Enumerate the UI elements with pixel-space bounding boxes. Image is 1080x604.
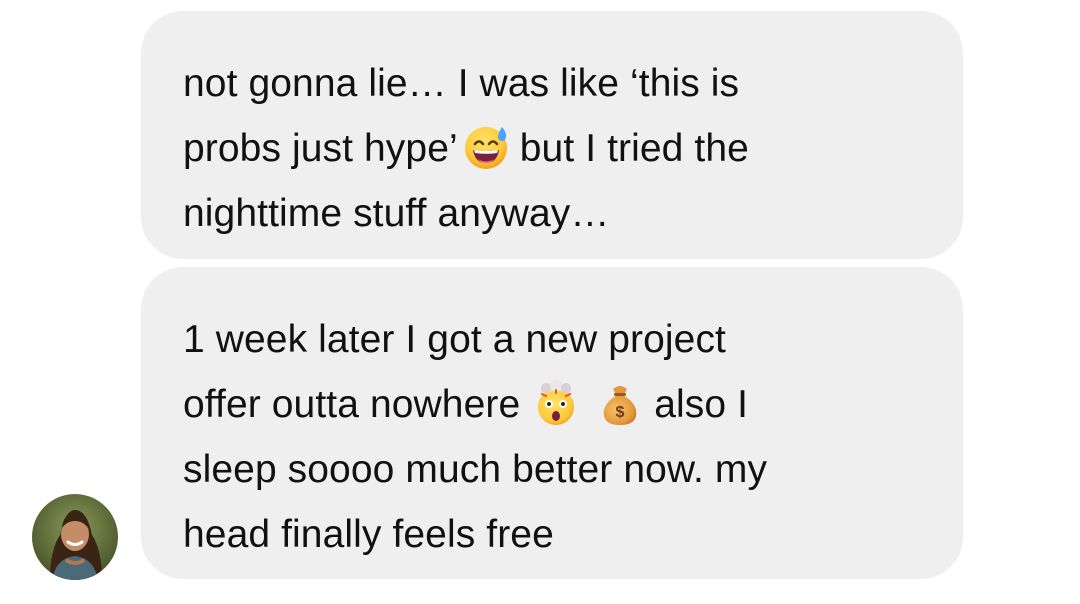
exploding-head-icon xyxy=(532,379,580,427)
money-bag-icon: $ xyxy=(596,379,644,427)
message-line: head finally feels free xyxy=(183,513,554,556)
message-bubble-1: not gonna lie… I was like ‘this is probs… xyxy=(141,11,963,259)
grinning-sweat-icon xyxy=(462,123,510,171)
message-line: nighttime stuff anyway… xyxy=(183,192,610,235)
message-text: but I tried the xyxy=(519,127,749,170)
message-bubble-2: 1 week later I got a new project offer o… xyxy=(141,267,963,579)
svg-text:$: $ xyxy=(616,404,625,421)
message-line: offer outta nowhere $ also I xyxy=(183,372,921,437)
user-avatar-photo xyxy=(32,494,118,580)
message-text: also I xyxy=(654,383,749,426)
message-text: offer outta nowhere xyxy=(183,383,521,426)
message-text: probs just hype’ xyxy=(183,127,458,170)
message-line: not gonna lie… I was like ‘this is xyxy=(183,62,740,105)
message-line: probs just hype’ but I tried the xyxy=(183,116,921,181)
avatar[interactable] xyxy=(32,494,118,580)
message-line: 1 week later I got a new project xyxy=(183,318,726,361)
message-line: sleep soooo much better now. my xyxy=(183,448,768,491)
